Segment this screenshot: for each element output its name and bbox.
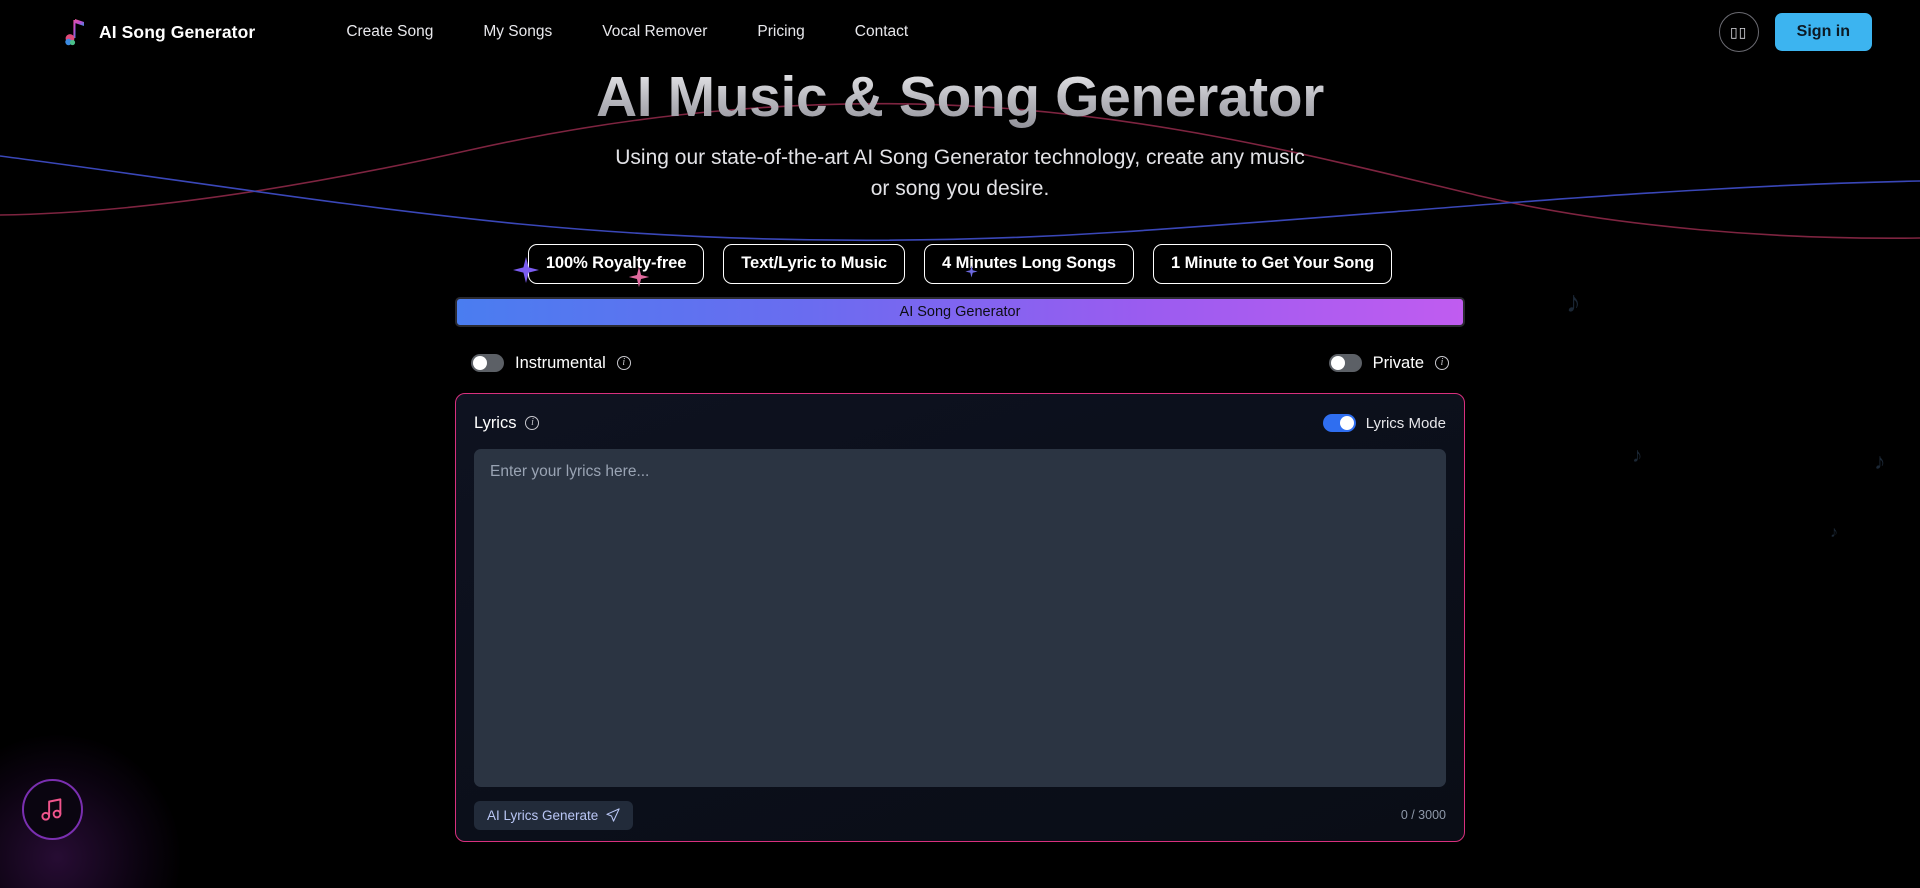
main-nav: Create Song My Songs Vocal Remover Prici… <box>321 23 933 41</box>
badge-royalty-free: 100% Royalty-free <box>527 244 705 284</box>
nav-item-vocal-remover[interactable]: Vocal Remover <box>577 23 732 41</box>
toggle-knob <box>1330 356 1345 370</box>
lyrics-panel: Lyrics i Lyrics Mode AI Lyrics Generate … <box>455 393 1465 842</box>
nav-item-pricing[interactable]: Pricing <box>732 23 829 41</box>
private-info-icon[interactable]: i <box>1435 356 1449 370</box>
brand-name: AI Song Generator <box>99 21 256 42</box>
hero-section: AI Music & Song Generator Using our stat… <box>0 64 1920 204</box>
lyrics-panel-header: Lyrics i Lyrics Mode <box>474 410 1446 436</box>
private-toggle[interactable] <box>1328 354 1362 372</box>
music-note-logo-icon <box>65 19 84 46</box>
brand-logo[interactable]: AI Song Generator <box>62 17 255 47</box>
private-toggle-group: Private i <box>1328 353 1449 373</box>
send-plane-icon <box>606 808 620 822</box>
page-title: AI Music & Song Generator <box>0 64 1920 131</box>
private-label: Private <box>1372 353 1424 372</box>
instrumental-toggle-group: Instrumental i <box>471 354 631 373</box>
page-root: ♪ ♪ ♪ ♪ AI Song Generator Create Song My <box>0 0 1920 888</box>
character-counter: 0 / 3000 <box>1400 808 1446 822</box>
nav-item-my-songs[interactable]: My Songs <box>458 23 577 41</box>
nav-item-contact[interactable]: Contact <box>830 23 933 41</box>
hero-subtitle: Using our state-of-the-art AI Song Gener… <box>615 146 1305 200</box>
instrumental-info-icon[interactable]: i <box>616 356 631 370</box>
floating-music-button[interactable] <box>22 779 83 840</box>
language-flag-icon: ▯▯ <box>1729 23 1748 40</box>
lyrics-input[interactable] <box>474 449 1446 787</box>
lyrics-mode-group: Lyrics Mode <box>1322 414 1446 432</box>
lyrics-info-icon[interactable]: i <box>525 416 540 430</box>
site-header: AI Song Generator Create Song My Songs V… <box>0 0 1920 64</box>
toggle-knob <box>1339 416 1354 430</box>
feature-badges: 100% Royalty-free Text/Lyric to Music 4 … <box>0 244 1920 284</box>
nav-item-create-song[interactable]: Create Song <box>321 23 458 41</box>
music-note-icon <box>41 798 62 821</box>
toggle-knob <box>473 356 487 370</box>
card-title-bar: AI Song Generator <box>455 297 1465 327</box>
generator-card: AI Song Generator Instrumental i Private… <box>455 297 1465 842</box>
decorative-music-note: ♪ <box>1566 286 1581 319</box>
decorative-music-note: ♪ <box>1874 448 1886 474</box>
badge-generation-time: 1 Minute to Get Your Song <box>1153 244 1393 284</box>
lyrics-mode-toggle[interactable] <box>1322 414 1356 432</box>
header-actions: ▯▯ Sign in <box>1718 12 1872 52</box>
card-toggles-row: Instrumental i Private i <box>455 341 1465 385</box>
lyrics-title-group: Lyrics i <box>474 413 540 433</box>
lyrics-title: Lyrics <box>474 413 517 432</box>
language-selector-button[interactable]: ▯▯ <box>1718 12 1759 52</box>
lyrics-panel-footer: AI Lyrics Generate 0 / 3000 <box>474 800 1446 830</box>
instrumental-toggle[interactable] <box>471 354 504 372</box>
ai-lyrics-generate-label: AI Lyrics Generate <box>487 807 599 823</box>
decorative-music-note: ♪ <box>1632 444 1643 467</box>
decorative-music-note: ♪ <box>1830 524 1838 541</box>
badge-song-length: 4 Minutes Long Songs <box>924 244 1135 284</box>
ai-lyrics-generate-button[interactable]: AI Lyrics Generate <box>474 800 634 830</box>
sign-in-button[interactable]: Sign in <box>1774 13 1872 51</box>
instrumental-label: Instrumental <box>515 353 606 372</box>
lyrics-mode-label: Lyrics Mode <box>1365 414 1446 432</box>
badge-text-to-music: Text/Lyric to Music <box>723 244 906 284</box>
